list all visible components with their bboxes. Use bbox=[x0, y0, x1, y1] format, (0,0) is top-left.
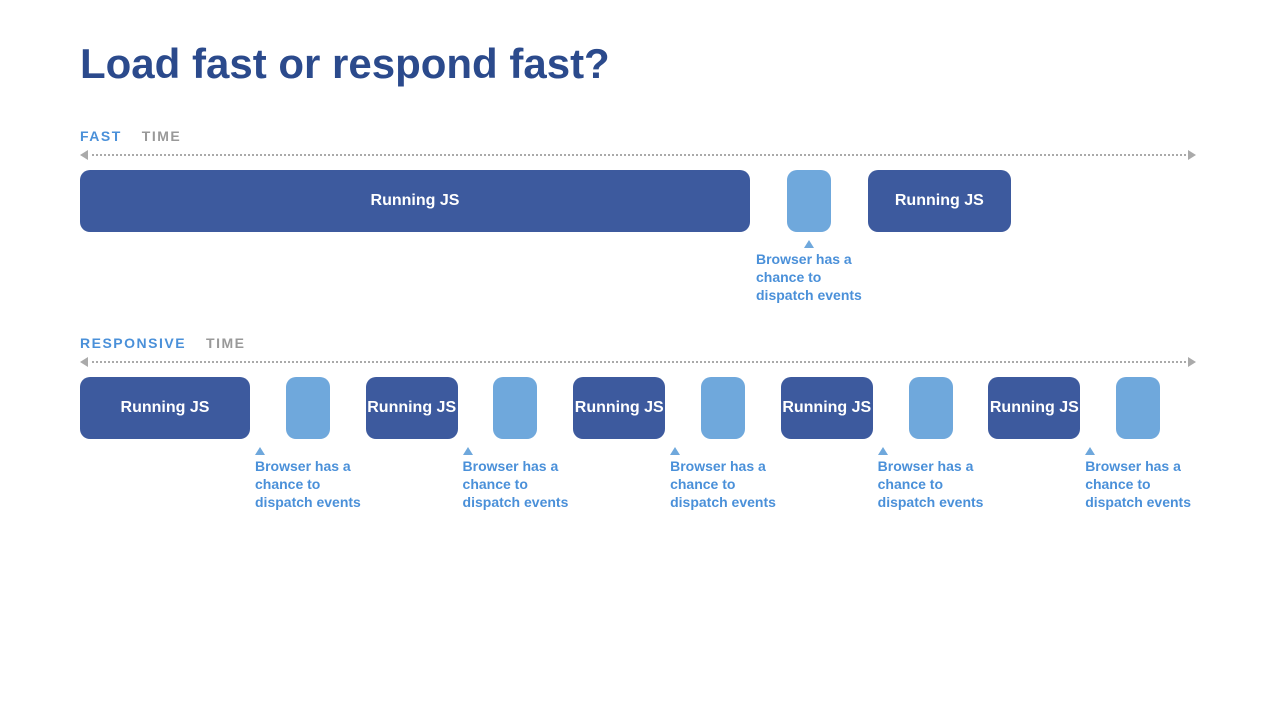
resp-annotation-text-1: Browser has a chance to dispatch events bbox=[255, 457, 361, 512]
resp-block-1-wrapper: Running JS bbox=[80, 377, 250, 439]
resp-gap-2: Browser has a chance to dispatch events bbox=[463, 377, 569, 512]
responsive-label: RESPONSIVE bbox=[80, 335, 186, 351]
fast-header: FAST TIME bbox=[80, 128, 1196, 144]
resp-gap-1: Browser has a chance to dispatch events bbox=[255, 377, 361, 512]
resp-annotation-3: Browser has a chance to dispatch events bbox=[670, 447, 776, 512]
resp-annotation-1: Browser has a chance to dispatch events bbox=[255, 447, 361, 512]
fast-gap-annotation: Browser has a chance to dispatch events bbox=[756, 170, 862, 305]
fast-timeline-arrow bbox=[80, 150, 1196, 160]
responsive-dotted-line bbox=[92, 361, 1186, 363]
resp-annotation-4: Browser has a chance to dispatch events bbox=[878, 447, 984, 512]
resp-annotation-arrow-5 bbox=[1085, 447, 1095, 455]
resp-running-js-2: Running JS bbox=[366, 377, 458, 439]
fast-running-js-2: Running JS bbox=[868, 170, 1011, 232]
fast-blocks-wrapper: Running JS Browser has a chance to dispa… bbox=[80, 170, 1196, 305]
fast-annotation: Browser has a chance to dispatch events bbox=[756, 240, 862, 305]
responsive-timeline-arrow bbox=[80, 357, 1196, 367]
resp-annotation-2: Browser has a chance to dispatch events bbox=[463, 447, 569, 512]
resp-running-js-5: Running JS bbox=[988, 377, 1080, 439]
resp-annotation-text-3: Browser has a chance to dispatch events bbox=[670, 457, 776, 512]
responsive-section: RESPONSIVE TIME Running JS Browser has a… bbox=[80, 335, 1196, 512]
fast-arrow-right bbox=[1188, 150, 1196, 160]
resp-annotation-text-2: Browser has a chance to dispatch events bbox=[463, 457, 569, 512]
responsive-header: RESPONSIVE TIME bbox=[80, 335, 1196, 351]
fast-annotation-text: Browser has a chance to dispatch events bbox=[756, 250, 862, 305]
fast-annotation-arrow bbox=[804, 240, 814, 248]
resp-running-js-1: Running JS bbox=[80, 377, 250, 439]
resp-gap-block-5 bbox=[1116, 377, 1160, 439]
resp-gap-block-1 bbox=[286, 377, 330, 439]
fast-running-js-1: Running JS bbox=[80, 170, 750, 232]
responsive-blocks-wrapper: Running JS Browser has a chance to dispa… bbox=[80, 377, 1196, 512]
resp-annotation-text-4: Browser has a chance to dispatch events bbox=[878, 457, 984, 512]
resp-running-js-3: Running JS bbox=[573, 377, 665, 439]
resp-annotation-text-5: Browser has a chance to dispatch events bbox=[1085, 457, 1191, 512]
page-title: Load fast or respond fast? bbox=[80, 40, 1196, 88]
fast-dotted-line bbox=[92, 154, 1186, 156]
resp-annotation-arrow-3 bbox=[670, 447, 680, 455]
resp-gap-5: Browser has a chance to dispatch events bbox=[1085, 377, 1191, 512]
fast-gap-block bbox=[787, 170, 831, 232]
resp-running-js-4: Running JS bbox=[781, 377, 873, 439]
fast-section: FAST TIME Running JS Browser has a chanc… bbox=[80, 128, 1196, 305]
fast-time-label: TIME bbox=[142, 128, 181, 144]
resp-gap-block-2 bbox=[493, 377, 537, 439]
resp-gap-3: Browser has a chance to dispatch events bbox=[670, 377, 776, 512]
resp-annotation-arrow-2 bbox=[463, 447, 473, 455]
responsive-arrow-right bbox=[1188, 357, 1196, 367]
resp-gap-block-3 bbox=[701, 377, 745, 439]
responsive-time-label: TIME bbox=[206, 335, 245, 351]
fast-label: FAST bbox=[80, 128, 122, 144]
fast-arrow-left bbox=[80, 150, 88, 160]
resp-annotation-5: Browser has a chance to dispatch events bbox=[1085, 447, 1191, 512]
resp-annotation-arrow-1 bbox=[255, 447, 265, 455]
resp-annotation-arrow-4 bbox=[878, 447, 888, 455]
resp-gap-block-4 bbox=[909, 377, 953, 439]
resp-gap-4: Browser has a chance to dispatch events bbox=[878, 377, 984, 512]
responsive-arrow-left bbox=[80, 357, 88, 367]
